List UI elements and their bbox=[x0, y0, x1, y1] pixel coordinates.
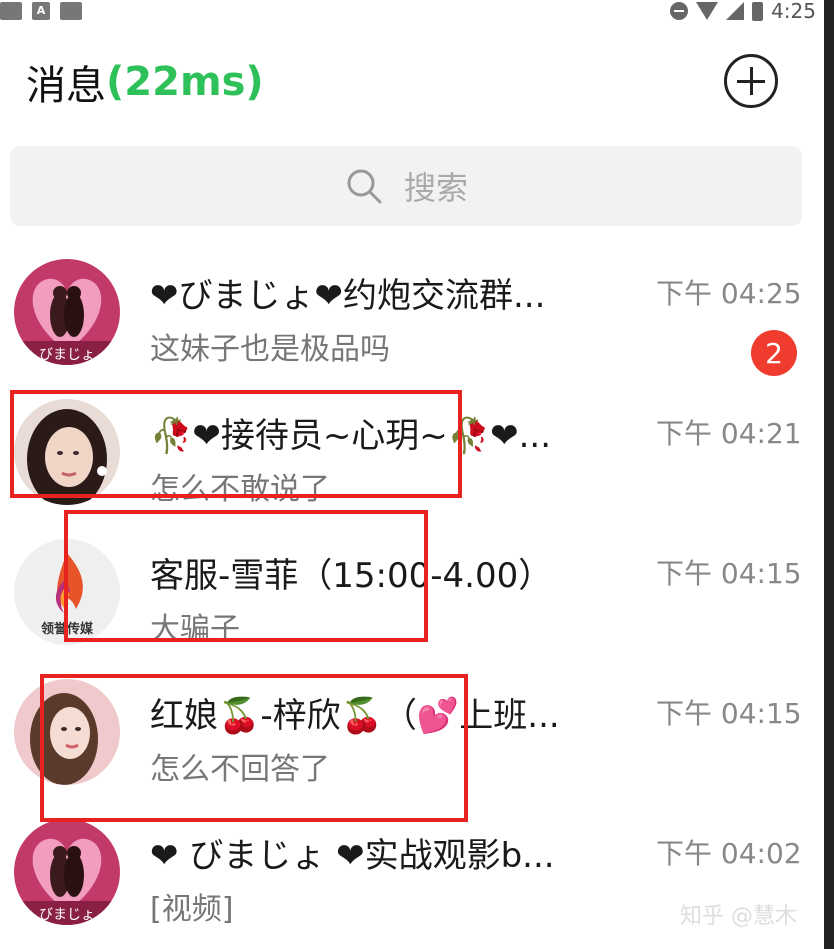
chat-name: ❤ びまじょ ❤实战观影b... bbox=[150, 836, 555, 876]
chat-item[interactable]: 🥀❤接待员~心玥~🥀❤... 怎么不敢说了 下午 04:21 bbox=[0, 380, 824, 520]
app-icon bbox=[60, 2, 82, 20]
chat-time: 下午 04:25 bbox=[656, 277, 802, 310]
brand-name: 领誉传媒 bbox=[41, 621, 94, 637]
screen-edge bbox=[824, 0, 834, 949]
chat-preview: 这妹子也是极品吗 bbox=[150, 332, 390, 367]
page-title: 消息 bbox=[26, 63, 106, 109]
status-left: A bbox=[0, 2, 82, 20]
chat-time: 下午 04:15 bbox=[656, 697, 802, 730]
chat-preview: 怎么不回答了 bbox=[150, 752, 330, 787]
chat-item[interactable]: 领誉传媒 客服-雪菲（15:00-4.00） 大骗子 下午 04:15 bbox=[0, 520, 824, 660]
plus-circle-icon[interactable] bbox=[724, 54, 778, 108]
user-avatar bbox=[14, 679, 120, 785]
brand-avatar: 领誉传媒 bbox=[14, 539, 120, 645]
status-bar: A 4:25 bbox=[0, 0, 834, 23]
chat-preview: 怎么不敢说了 bbox=[150, 472, 330, 507]
wifi-icon bbox=[696, 2, 719, 20]
search-icon bbox=[344, 166, 384, 206]
page-header: 消息 (22ms) bbox=[26, 52, 264, 112]
latency-label: (22ms) bbox=[106, 59, 264, 105]
chat-preview: [视频] bbox=[150, 892, 234, 927]
chat-item[interactable]: びまじょ ❤びまじょ❤约炮交流群... 这妹子也是极品吗 下午 04:25 2 bbox=[0, 240, 824, 380]
group-avatar: びまじょ bbox=[14, 259, 120, 365]
chat-name: ❤びまじょ❤约炮交流群... bbox=[150, 276, 546, 316]
avatar-brand-text: びまじょ bbox=[39, 347, 95, 363]
a-icon: A bbox=[32, 2, 50, 20]
signal-icon bbox=[726, 2, 745, 20]
chat-item[interactable]: 红娘🍒-梓欣🍒（💕上班... 怎么不回答了 下午 04:15 bbox=[0, 660, 824, 800]
unread-badge: 2 bbox=[751, 330, 797, 376]
search-bar[interactable]: 搜索 bbox=[10, 146, 802, 226]
chat-time: 下午 04:15 bbox=[656, 557, 802, 590]
chat-name: 🥀❤接待员~心玥~🥀❤... bbox=[150, 416, 552, 456]
battery-icon bbox=[752, 1, 764, 21]
chat-time: 下午 04:21 bbox=[656, 417, 802, 450]
dnd-icon bbox=[670, 2, 689, 20]
group-avatar: びまじょ bbox=[14, 819, 120, 925]
app-icon bbox=[0, 2, 22, 20]
status-time: 4:25 bbox=[771, 0, 816, 23]
chat-preview: 大骗子 bbox=[150, 612, 240, 647]
search-placeholder: 搜索 bbox=[403, 169, 468, 207]
watermark: 知乎 @慧木 bbox=[680, 904, 797, 929]
chat-list: びまじょ ❤びまじょ❤约炮交流群... 这妹子也是极品吗 下午 04:25 2 … bbox=[0, 240, 824, 940]
status-right: 4:25 bbox=[670, 0, 816, 23]
chat-name: 客服-雪菲（15:00-4.00） bbox=[150, 556, 553, 596]
user-avatar bbox=[14, 399, 120, 505]
chat-name: 红娘🍒-梓欣🍒（💕上班... bbox=[150, 696, 560, 736]
chat-time: 下午 04:02 bbox=[656, 837, 802, 870]
avatar-brand-text: びまじょ bbox=[39, 907, 95, 923]
